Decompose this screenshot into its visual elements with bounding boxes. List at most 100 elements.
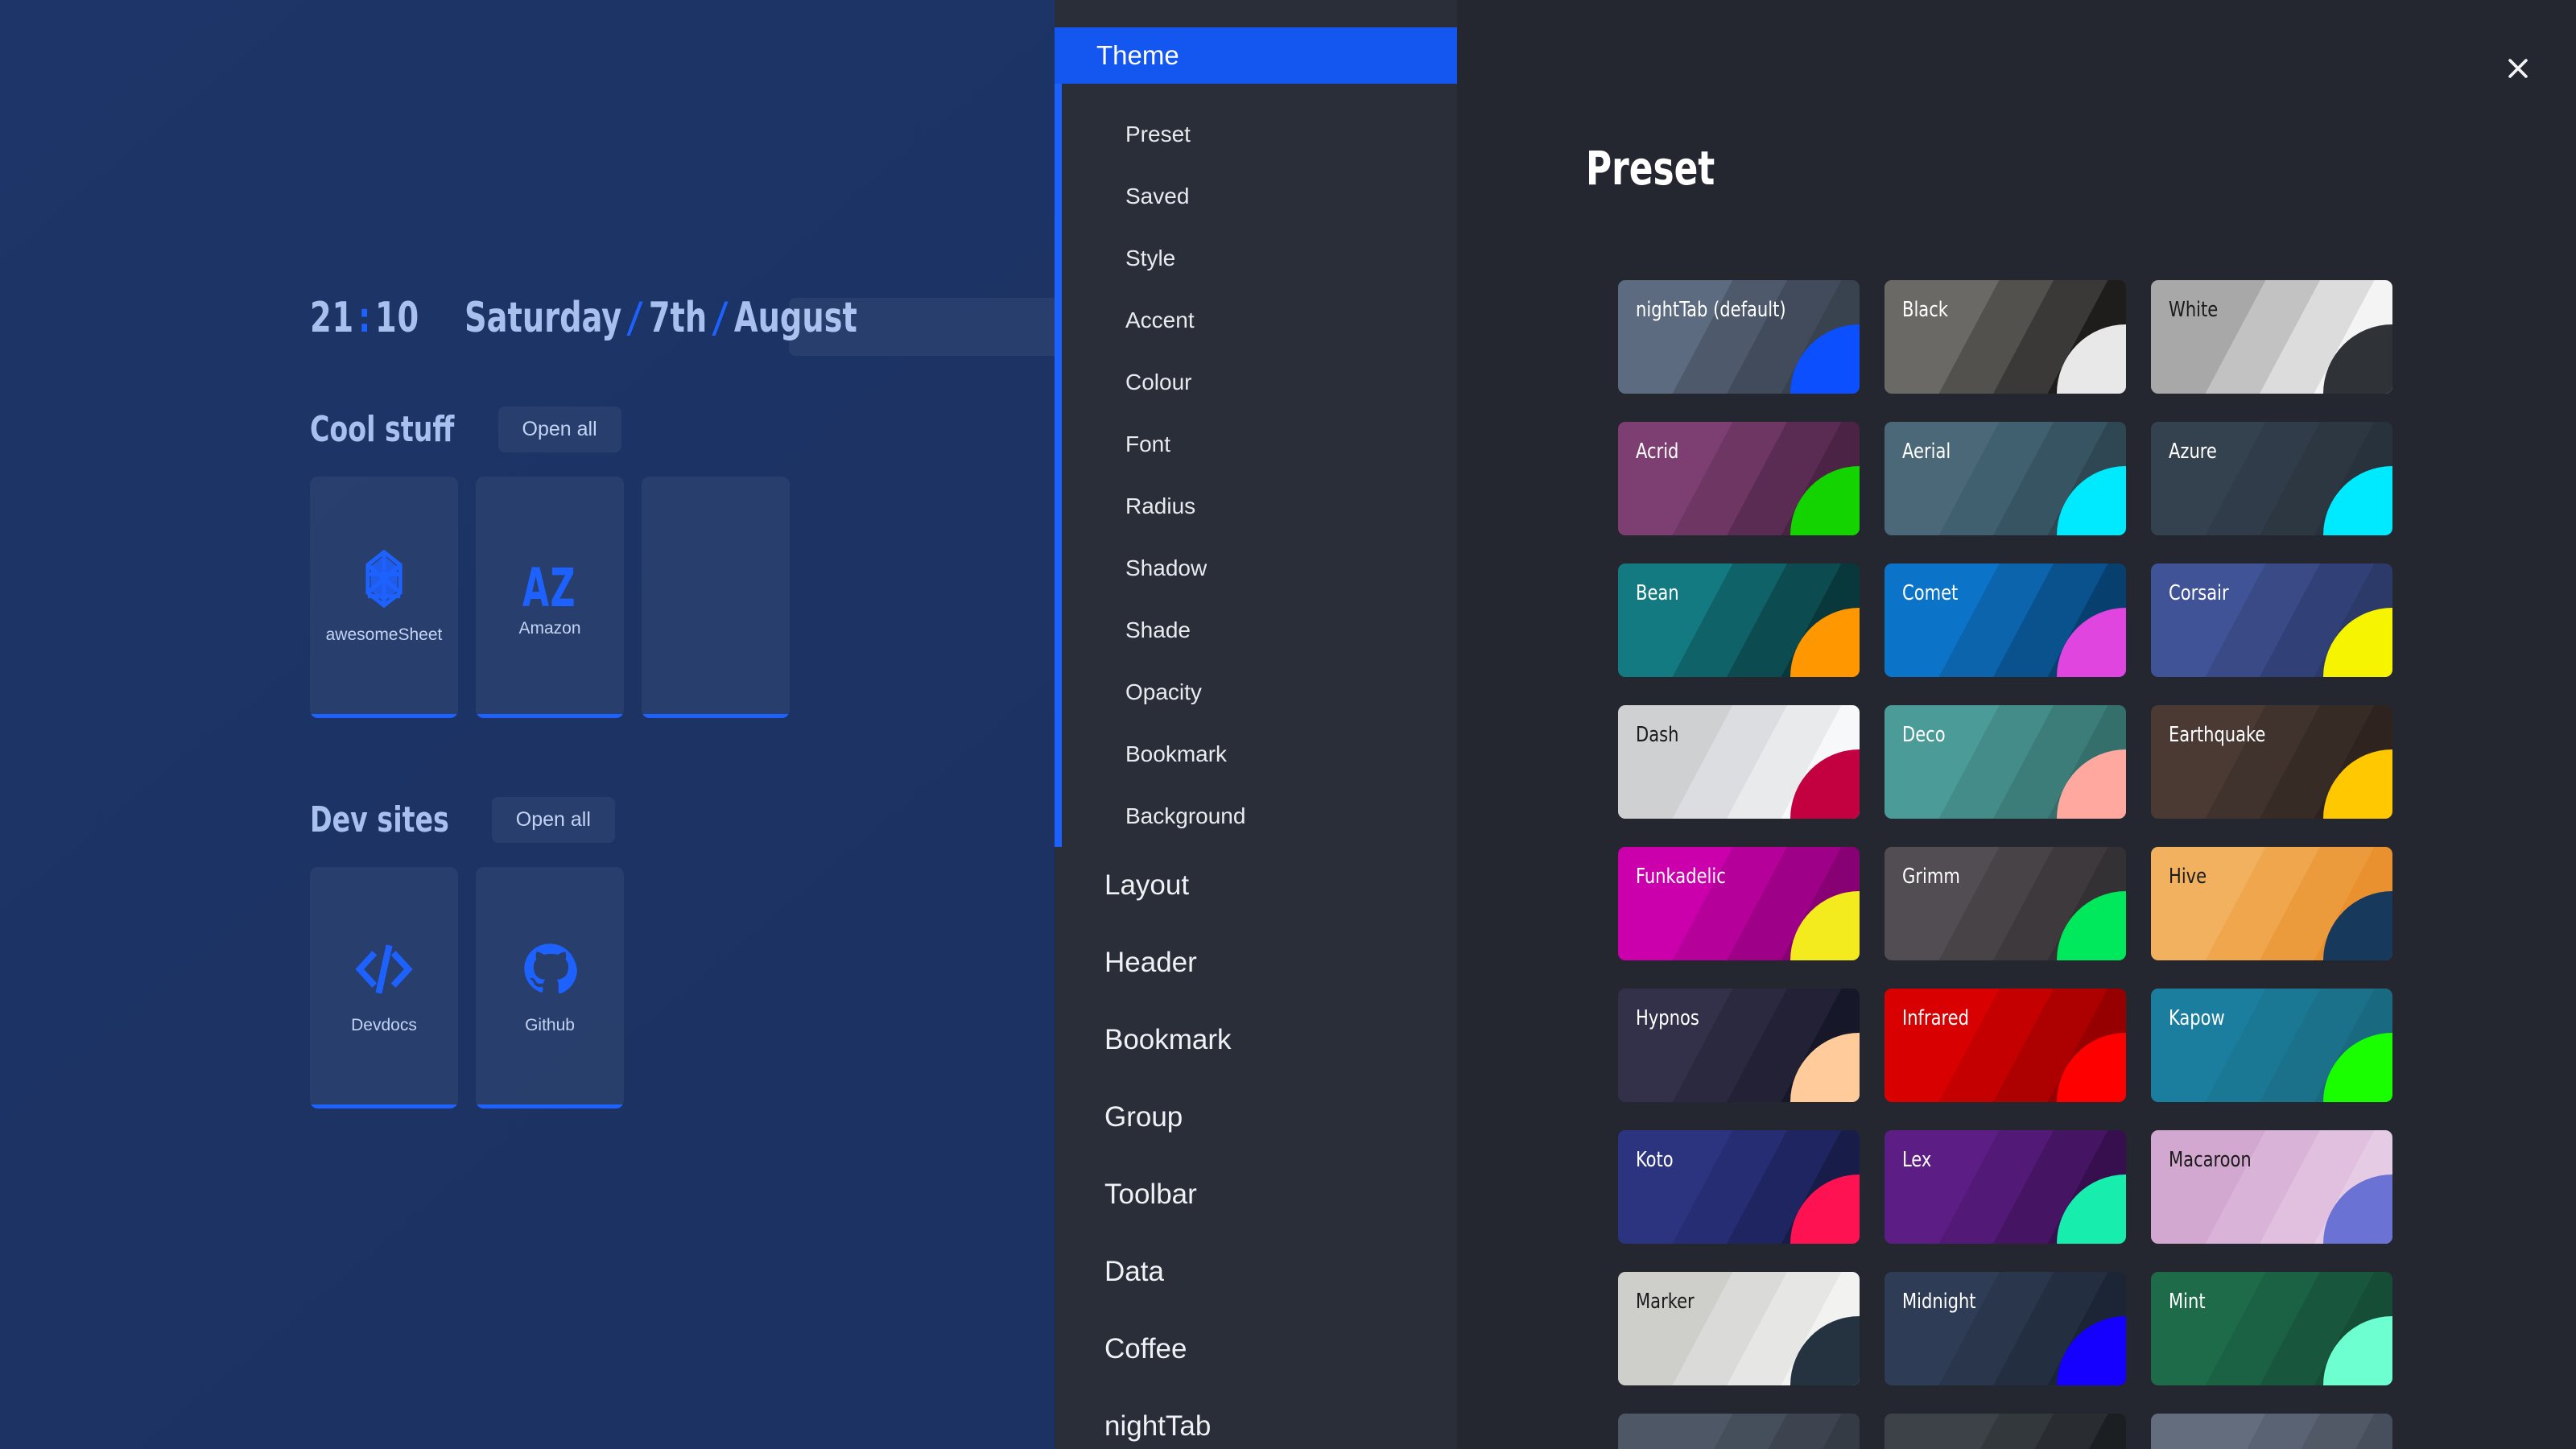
preset-card[interactable] [1618,1414,1860,1449]
preset-card[interactable]: Comet [1885,564,2126,677]
preset-card[interactable]: Funkadelic [1618,847,1860,960]
preset-card[interactable]: Grimm [1885,847,2126,960]
sidebar-item-group[interactable]: Group [1055,1079,1457,1156]
sidebar-subitem-opacity[interactable]: Opacity [1055,661,1457,723]
sidebar-item-header[interactable]: Header [1055,924,1457,1001]
preset-name: Aerial [1902,440,1951,464]
sidebar-subitem-label: Opacity [1125,679,1202,705]
sidebar-item-nighttab[interactable]: nightTab [1055,1388,1457,1449]
sidebar-section-list: Layout Header Bookmark Group Toolbar Data Coff… [1055,847,1457,1449]
preset-card[interactable] [1885,1414,2126,1449]
preset-name: Earthquake [2169,723,2265,747]
sidebar-subitem-label: Radius [1125,493,1195,519]
sidebar-subitem-colour[interactable]: Colour [1055,351,1457,413]
date-separator-2: / [715,294,726,342]
preset-card[interactable]: White [2151,280,2392,394]
sidebar-item-coffee[interactable]: Coffee [1055,1311,1457,1388]
bookmark-awesomesheet[interactable]: awesomeSheet [310,477,458,718]
bookmark-label: awesomeSheet [326,625,443,645]
preset-name: Mint [2169,1290,2206,1314]
preset-card[interactable]: Mint [2151,1272,2392,1385]
preset-card[interactable] [2151,1414,2392,1449]
preset-swatch [1885,1414,2126,1449]
gem-icon [355,550,413,608]
group-title: Cool stuff [310,409,454,450]
clock-hours: 21 [310,294,354,342]
sidebar-item-label: Layout [1104,869,1189,902]
close-icon[interactable] [2496,47,2540,90]
sidebar-item-label: Bookmark [1104,1024,1232,1056]
bookmark-github[interactable]: Github [476,867,624,1108]
clock-minutes: 10 [375,294,419,342]
preset-card[interactable]: Lex [1885,1130,2126,1244]
open-all-button[interactable]: Open all [498,407,621,452]
open-all-button[interactable]: Open all [492,797,615,843]
sidebar-subitem-saved[interactable]: Saved [1055,165,1457,227]
sidebar-item-layout[interactable]: Layout [1055,847,1457,924]
preset-card[interactable]: nightTab (default) [1618,280,1860,394]
search-input[interactable] [789,298,1055,356]
sidebar-subitem-style[interactable]: Style [1055,227,1457,289]
preset-name: Midnight [1902,1290,1976,1314]
clock-colon: : [358,294,371,342]
sidebar-subitem-shade[interactable]: Shade [1055,599,1457,661]
sidebar-subitem-radius[interactable]: Radius [1055,475,1457,537]
sidebar-item-label: Toolbar [1104,1179,1197,1211]
preset-name: Acrid [1636,440,1678,464]
modal-sidebar: Theme PresetSavedStyle Accent Colour Font Ra… [1055,0,1457,1449]
sidebar-subitem-label: Shadow [1125,555,1207,581]
dashboard-content: 21 : 10 Saturday / 7th / August Cool stu… [0,0,1055,1449]
sidebar-section-label: Theme [1096,40,1179,71]
sidebar-subitem-shadow[interactable]: Shadow [1055,537,1457,599]
bookmark-devdocs[interactable]: Devdocs [310,867,458,1108]
preset-card[interactable]: Earthquake [2151,705,2392,819]
preset-card[interactable]: Azure [2151,422,2392,535]
sidebar-item-data[interactable]: Data [1055,1233,1457,1311]
preset-name: Hypnos [1636,1006,1699,1030]
preset-name: Grimm [1902,865,1960,889]
preset-swatch [2151,1414,2392,1449]
bookmark-amazon[interactable]: AZ Amazon [476,477,624,718]
preset-card[interactable]: Hypnos [1618,989,1860,1102]
preset-card[interactable]: Macaroon [2151,1130,2392,1244]
bookmark-partially-hidden[interactable] [642,477,790,718]
bookmark-row: Devdocs Github [310,867,624,1108]
preset-card[interactable]: Bean [1618,564,1860,677]
preset-card[interactable]: Black [1885,280,2126,394]
sidebar-subitem-label: Font [1125,431,1170,457]
preset-name: Hive [2169,865,2207,889]
preset-card[interactable]: Deco [1885,705,2126,819]
preset-card[interactable]: Koto [1618,1130,1860,1244]
preset-card[interactable]: Acrid [1618,422,1860,535]
preset-card[interactable]: Midnight [1885,1272,2126,1385]
preset-name: Marker [1636,1290,1695,1314]
date-day: 7th [649,294,707,342]
sidebar-item-label: Group [1104,1101,1183,1133]
preset-card[interactable]: Marker [1618,1272,1860,1385]
preset-card[interactable]: Kapow [2151,989,2392,1102]
github-icon [521,940,579,998]
sidebar-subitem-label: Accent [1125,308,1195,333]
sidebar-item-toolbar[interactable]: Toolbar [1055,1156,1457,1233]
sidebar-item-bookmark[interactable]: Bookmark [1055,1001,1457,1079]
sidebar-item-label: Data [1104,1256,1164,1288]
preset-card[interactable]: Hive [2151,847,2392,960]
sidebar-subitem-bookmark[interactable]: Bookmark [1055,723,1457,785]
sidebar-subitem-font[interactable]: Font [1055,413,1457,475]
preset-card[interactable]: Infrared [1885,989,2126,1102]
preset-card[interactable]: Corsair [2151,564,2392,677]
sidebar-subitem-background[interactable]: Background [1055,785,1457,847]
sidebar-item-label: Header [1104,947,1197,979]
preset-name: Koto [1636,1148,1674,1172]
sidebar-subitem-accent[interactable]: Accent [1055,289,1457,351]
app-root: 21 : 10 Saturday / 7th / August Cool stu… [0,0,2576,1449]
bookmark-row: awesomeSheet AZ Amazon [310,477,790,718]
bookmark-label: Github [525,1016,575,1035]
sidebar-subitem-preset[interactable]: Preset [1055,103,1457,165]
bookmark-label: Devdocs [351,1016,417,1035]
sidebar-section-theme[interactable]: Theme [1055,27,1457,84]
date-weekday: Saturday [464,294,621,342]
sidebar-subitem-label: Colour [1125,369,1191,395]
preset-card[interactable]: Aerial [1885,422,2126,535]
preset-card[interactable]: Dash [1618,705,1860,819]
